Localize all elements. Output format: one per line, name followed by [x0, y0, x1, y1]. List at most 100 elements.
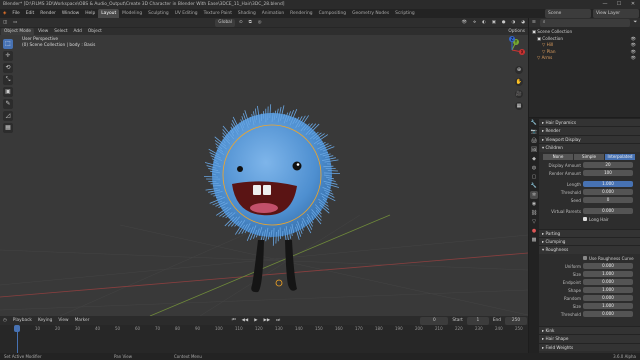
- pan-hand-icon[interactable]: ✋: [515, 78, 523, 86]
- panel-kink[interactable]: ▸ Kink: [539, 325, 640, 335]
- camera-view-icon[interactable]: 🎥: [515, 90, 523, 98]
- proportional-icon[interactable]: ◎: [255, 19, 265, 27]
- zoom-icon[interactable]: ⊕: [515, 66, 523, 74]
- seed-input[interactable]: 0: [583, 197, 633, 203]
- panel-hair-shape[interactable]: ▸ Hair Shape: [539, 334, 640, 343]
- tab-geometry-nodes[interactable]: Geometry Nodes: [349, 9, 392, 18]
- timeline-editor-icon[interactable]: ◷: [0, 317, 10, 325]
- object-tab-icon[interactable]: ▢: [530, 173, 538, 181]
- close-icon[interactable]: ✕: [626, 0, 640, 9]
- prev-key-icon[interactable]: ◀◀: [239, 317, 252, 325]
- virtual-parents-input[interactable]: 0.000: [583, 208, 633, 214]
- scene-selector[interactable]: Scene: [545, 9, 591, 18]
- pivot-icon[interactable]: ⊙: [236, 19, 246, 27]
- rough-threshold-input[interactable]: 0.000: [583, 311, 633, 317]
- panel-render[interactable]: ▸ Render: [539, 126, 640, 135]
- panel-clumping[interactable]: ▸ Clumping: [539, 236, 640, 246]
- tab-compositing[interactable]: Compositing: [316, 9, 350, 18]
- tab-sculpting[interactable]: Sculpting: [145, 9, 172, 18]
- view-layer-selector[interactable]: View Layer: [593, 9, 639, 18]
- modifier-tab-icon[interactable]: 🔧: [530, 182, 538, 190]
- filter-icon[interactable]: ⏷: [631, 19, 640, 27]
- render-amount-input[interactable]: 100: [583, 170, 633, 176]
- annotate-tool-icon[interactable]: ✎: [3, 99, 13, 109]
- cursor-tool-icon[interactable]: ✛: [3, 51, 13, 61]
- timeline-area[interactable]: 0102030405060708090100110120130140150160…: [0, 325, 528, 353]
- end-frame-field[interactable]: 250: [505, 316, 528, 325]
- children-mode-interpolated[interactable]: Interpolated: [605, 153, 635, 160]
- outliner-editor-icon[interactable]: ☰: [529, 19, 539, 27]
- view-layer-tab-icon[interactable]: 🖼: [530, 146, 538, 154]
- select-box-icon[interactable]: ▭: [10, 19, 20, 27]
- menu-edit[interactable]: Edit: [23, 9, 38, 18]
- tab-scripting[interactable]: Scripting: [392, 9, 418, 18]
- tab-rendering[interactable]: Rendering: [287, 9, 315, 18]
- tab-uv-editing[interactable]: UV Editing: [172, 9, 201, 18]
- panel-field-weights[interactable]: ▸ Field Weights: [539, 342, 640, 351]
- menu-marker[interactable]: Marker: [72, 317, 93, 325]
- panel-hair-dynamics[interactable]: ▸ Hair Dynamics: [539, 118, 640, 127]
- jump-start-icon[interactable]: ⏮: [229, 317, 239, 325]
- tab-modeling[interactable]: Modeling: [119, 9, 145, 18]
- current-frame-field[interactable]: 0: [420, 316, 449, 325]
- scale-tool-icon[interactable]: ⤡: [3, 75, 13, 85]
- display-amount-input[interactable]: 20: [583, 162, 633, 168]
- menu-keying[interactable]: Keying: [35, 317, 55, 325]
- panel-viewport-display[interactable]: ▸ Viewport Display: [539, 134, 640, 144]
- maximize-icon[interactable]: ☐: [612, 0, 626, 9]
- outliner-item-arms[interactable]: ▽ Arms 👁: [529, 55, 640, 62]
- menu-render[interactable]: Render: [37, 9, 59, 18]
- menu-help[interactable]: Help: [82, 9, 98, 18]
- transform-tool-icon[interactable]: ▣: [3, 87, 13, 97]
- gizmo-icon[interactable]: ⟡: [470, 19, 479, 27]
- eye-icon[interactable]: 👁: [631, 55, 640, 62]
- 3d-viewport[interactable]: [0, 35, 528, 316]
- shading-material-icon[interactable]: ◑: [509, 19, 519, 27]
- select-tool-icon[interactable]: ⬚: [3, 39, 13, 49]
- overlay-icon[interactable]: ◐: [479, 19, 489, 27]
- data-tab-icon[interactable]: ▽: [530, 218, 538, 226]
- output-tab-icon[interactable]: 🖨: [530, 137, 538, 145]
- texture-tab-icon[interactable]: ▩: [530, 236, 538, 244]
- render-tab-icon[interactable]: 📷: [530, 128, 538, 136]
- panel-parting[interactable]: ▸ Parting: [539, 228, 640, 237]
- scene-tab-icon[interactable]: ◆: [530, 155, 538, 163]
- xray-icon[interactable]: ▣: [489, 19, 499, 27]
- length-input[interactable]: 1.000: [583, 181, 633, 187]
- panel-roughness[interactable]: ▾ Roughness: [539, 245, 640, 254]
- physics-tab-icon[interactable]: ◉: [530, 200, 538, 208]
- use-roughness-curve-checkbox[interactable]: Use Roughness Curve: [539, 255, 640, 262]
- menu-timeline-view[interactable]: View: [55, 317, 71, 325]
- tab-layout[interactable]: Layout: [98, 9, 120, 18]
- menu-window[interactable]: Window: [59, 9, 82, 18]
- visibility-icon[interactable]: 👁: [459, 19, 470, 27]
- uniform-size-input[interactable]: 1.000: [583, 271, 633, 277]
- threshold-input[interactable]: 0.000: [583, 189, 633, 195]
- menu-file[interactable]: File: [9, 9, 22, 18]
- jump-end-icon[interactable]: ⏭: [273, 317, 283, 325]
- shape-input[interactable]: 1.000: [583, 287, 633, 293]
- children-mode-simple[interactable]: Simple: [574, 153, 604, 160]
- tab-shading[interactable]: Shading: [235, 9, 259, 18]
- ortho-toggle-icon[interactable]: ▦: [515, 102, 523, 110]
- blender-logo-icon[interactable]: ◈: [0, 9, 9, 18]
- constraints-tab-icon[interactable]: ⛓: [530, 209, 538, 217]
- tab-animation[interactable]: Animation: [259, 9, 287, 18]
- random-size-input[interactable]: 1.000: [583, 303, 633, 309]
- minimize-icon[interactable]: —: [598, 0, 612, 9]
- play-icon[interactable]: ▶: [251, 317, 260, 325]
- start-frame-field[interactable]: 1: [466, 316, 489, 325]
- children-mode-none[interactable]: None: [543, 153, 573, 160]
- material-tab-icon[interactable]: ●: [530, 227, 538, 235]
- panel-children[interactable]: ▾ Children: [539, 143, 640, 152]
- random-input[interactable]: 0.000: [583, 295, 633, 301]
- endpoint-input[interactable]: 0.000: [583, 279, 633, 285]
- playhead[interactable]: [14, 325, 20, 332]
- add-cube-tool-icon[interactable]: ▦: [3, 123, 13, 133]
- particles-tab-icon[interactable]: ✲: [530, 191, 538, 199]
- navigation-gizmo[interactable]: X Y Z: [498, 36, 526, 64]
- outliner-search-icon[interactable]: ⌕: [539, 18, 630, 27]
- rotate-tool-icon[interactable]: ⟲: [3, 63, 13, 73]
- world-tab-icon[interactable]: ◍: [530, 164, 538, 172]
- measure-tool-icon[interactable]: ◿: [3, 111, 13, 121]
